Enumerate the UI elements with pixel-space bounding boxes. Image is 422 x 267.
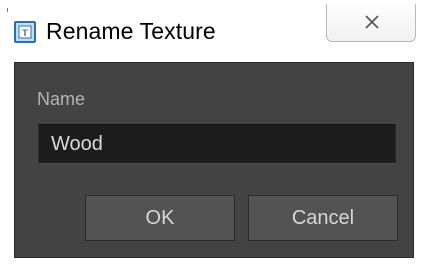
dialog-body: Name OK Cancel xyxy=(14,62,414,258)
name-input[interactable] xyxy=(38,124,396,164)
title-bar: T Rename Texture xyxy=(0,0,422,58)
window-title: Rename Texture xyxy=(46,18,216,44)
texture-app-icon: T xyxy=(14,21,36,43)
texture-app-icon-glyph: T xyxy=(18,25,32,39)
ok-button[interactable]: OK xyxy=(85,195,235,241)
title-bar-tick xyxy=(7,8,8,12)
close-icon xyxy=(365,15,379,29)
rename-texture-dialog: T Rename Texture Name OK Cancel xyxy=(0,0,422,267)
svg-text:T: T xyxy=(22,28,28,38)
name-label: Name xyxy=(37,89,86,109)
close-button[interactable] xyxy=(326,4,416,42)
cancel-button[interactable]: Cancel xyxy=(248,195,398,241)
